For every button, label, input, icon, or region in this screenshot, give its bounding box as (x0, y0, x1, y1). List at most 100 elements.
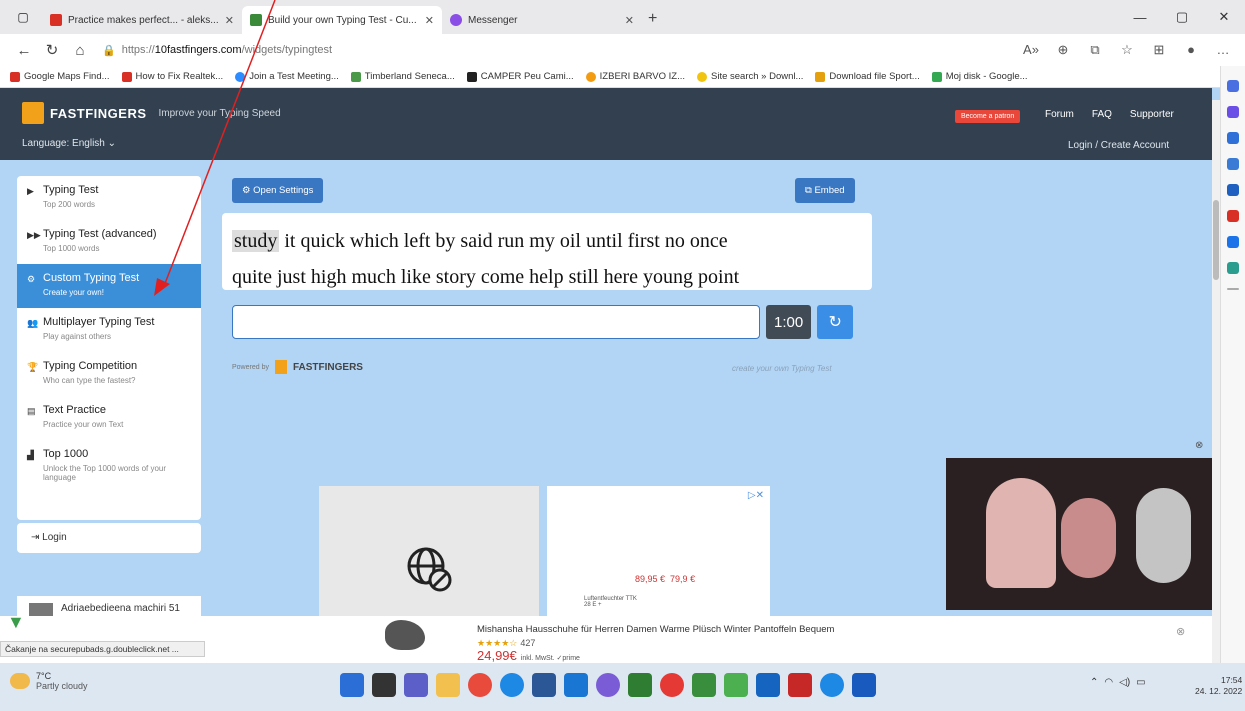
file-explorer-icon[interactable] (436, 673, 460, 697)
store-icon[interactable] (532, 673, 556, 697)
bookmark-item[interactable]: How to Fix Realtek... (121, 71, 223, 82)
floating-video[interactable] (946, 458, 1216, 610)
page-scrollbar[interactable] (1212, 100, 1220, 663)
side-menu: ▶ Typing Test Top 200 words ▶▶ Typing Te… (17, 176, 201, 520)
bookmark-item[interactable]: Join a Test Meeting... (235, 71, 339, 82)
task-view-icon[interactable] (372, 673, 396, 697)
chrome-icon[interactable] (468, 673, 492, 697)
volume-icon[interactable]: ◁) (1119, 677, 1130, 688)
bookmark-item[interactable]: Site search » Downl... (697, 71, 803, 82)
menu-item-typing-test[interactable]: ▶ Typing Test Top 200 words (17, 176, 201, 220)
menu-item-competition[interactable]: 🏆 Typing Competition Who can type the fa… (17, 352, 201, 396)
extensions-icon[interactable]: ⧉ (1081, 42, 1109, 58)
close-tab-icon[interactable]: ✕ (225, 14, 234, 27)
zoom-icon[interactable]: ⊕ (1049, 42, 1077, 58)
favorites-icon[interactable]: ☆ (1113, 42, 1141, 58)
app-icon[interactable] (596, 673, 620, 697)
search-icon[interactable] (1227, 80, 1239, 92)
restore-icon[interactable]: ▢ (1161, 9, 1203, 25)
shopping-icon[interactable] (1227, 132, 1239, 144)
new-tab-icon[interactable]: + (648, 10, 657, 28)
menu-item-custom-typing-test[interactable]: ⚙ Custom Typing Test Create your own! (17, 264, 201, 308)
office-icon[interactable] (1227, 210, 1239, 222)
minimize-icon[interactable]: — (1119, 10, 1161, 25)
start-icon[interactable] (340, 673, 364, 697)
bookmark-item[interactable]: Google Maps Find... (10, 71, 110, 82)
bookmark-item[interactable]: Timberland Seneca... (350, 71, 455, 82)
ad-choices-icon[interactable]: ▷✕ (748, 490, 764, 501)
menu-item-top-1000[interactable]: ▟ Top 1000 Unlock the Top 1000 words of … (17, 440, 201, 484)
create-own-link[interactable]: create your own Typing Test (732, 364, 832, 373)
bookmark-item[interactable]: Download file Sport... (815, 71, 920, 82)
app-icon[interactable] (564, 673, 588, 697)
clock[interactable]: 17:54 24. 12. 2022 (1195, 675, 1242, 697)
weather-desc: Partly cloudy (36, 681, 88, 691)
browser-tab-3[interactable]: Messenger ✕ (442, 6, 642, 34)
app-icon[interactable] (724, 673, 748, 697)
users-icon: 👥 (27, 318, 39, 328)
games-icon[interactable] (1227, 184, 1239, 196)
app-icon[interactable] (660, 673, 684, 697)
app-icon[interactable] (756, 673, 780, 697)
close-tab-icon[interactable]: ✕ (625, 14, 634, 27)
read-aloud-icon[interactable]: A» (1017, 42, 1045, 58)
login-button[interactable]: ⇥ Login (17, 523, 201, 553)
home-icon[interactable]: ⌂ (66, 42, 94, 59)
forum-link[interactable]: Forum (1045, 109, 1074, 120)
supporter-link[interactable]: Supporter (1130, 109, 1174, 120)
powered-by[interactable]: Powered by FASTFINGERS (232, 360, 363, 374)
add-sidebar-icon[interactable] (1227, 288, 1239, 290)
bookmark-item[interactable]: Moj disk - Google... (931, 71, 1028, 82)
close-video-icon[interactable]: ⊗ (1195, 440, 1203, 451)
become-patron-button[interactable]: Become a patron (955, 110, 1021, 123)
reload-button[interactable]: ↻ (817, 305, 854, 339)
excel-icon[interactable] (692, 673, 716, 697)
chat-icon[interactable] (404, 673, 428, 697)
tab-actions-icon[interactable]: ▢ (10, 4, 36, 30)
menu-item-title: Top 1000 (43, 448, 89, 460)
word-icon[interactable] (852, 673, 876, 697)
site-logo[interactable]: FASTFINGERS Improve your Typing Speed (22, 102, 281, 124)
refresh-icon[interactable]: ↻ (38, 41, 66, 59)
bookmark-item[interactable]: IZBERI BARVO IZ... (585, 71, 685, 82)
weather-widget[interactable]: 7°C Partly cloudy (10, 671, 88, 691)
drop-icon[interactable] (1227, 262, 1239, 274)
login-create-link[interactable]: Login / Create Account (1068, 140, 1169, 151)
tools-icon[interactable] (1227, 158, 1239, 170)
embed-button[interactable]: ⧉ Embed (795, 178, 855, 203)
app-icon[interactable] (820, 673, 844, 697)
open-settings-button[interactable]: ⚙ Open Settings (232, 178, 324, 203)
gear-icon: ⚙ (242, 185, 251, 196)
wifi-icon[interactable]: ◠ (1104, 677, 1113, 688)
banner-vat: inkl. MwSt. ✓prime (520, 655, 580, 662)
menu-item-text-practice[interactable]: ▤ Text Practice Practice your own Text (17, 396, 201, 440)
url-field[interactable]: 🔒 https://10fastfingers.com/widgets/typi… (102, 38, 1017, 62)
collections-icon[interactable]: ⊞ (1145, 42, 1173, 58)
outlook-icon[interactable] (1227, 236, 1239, 248)
powerpoint-icon[interactable] (788, 673, 812, 697)
embed-icon: ⧉ (805, 185, 812, 196)
back-icon[interactable]: ← (10, 42, 38, 59)
close-banner-icon[interactable]: ⊗ (1176, 625, 1185, 638)
battery-icon[interactable]: ▭ (1136, 677, 1145, 688)
edge-icon[interactable] (500, 673, 524, 697)
scroll-thumb[interactable] (1213, 200, 1219, 280)
bookmark-item[interactable]: CAMPER Peu Cami... (466, 71, 574, 82)
menu-item-multiplayer[interactable]: 👥 Multiplayer Typing Test Play against o… (17, 308, 201, 352)
webpage: FASTFINGERS Improve your Typing Speed La… (0, 88, 1220, 663)
app-icon[interactable] (628, 673, 652, 697)
chevron-up-icon[interactable]: ⌃ (1090, 677, 1098, 688)
browser-tab-1[interactable]: Practice makes perfect... - aleks... ✕ (42, 6, 242, 34)
typing-input[interactable] (232, 305, 760, 339)
more-icon[interactable]: … (1209, 42, 1237, 58)
menu-item-title: Typing Competition (43, 360, 138, 372)
browser-tab-2[interactable]: Build your own Typing Test - Cu... ✕ (242, 6, 442, 34)
menu-item-typing-test-advanced[interactable]: ▶▶ Typing Test (advanced) Top 1000 words (17, 220, 201, 264)
close-tab-icon[interactable]: ✕ (425, 14, 434, 27)
profile-icon[interactable]: ● (1177, 42, 1205, 58)
discover-icon[interactable] (1227, 106, 1239, 118)
faq-link[interactable]: FAQ (1092, 109, 1112, 120)
close-window-icon[interactable]: ✕ (1203, 9, 1245, 25)
language-selector[interactable]: Language: English ⌄ (22, 138, 116, 149)
menu-item-title: Typing Test (advanced) (43, 228, 157, 240)
